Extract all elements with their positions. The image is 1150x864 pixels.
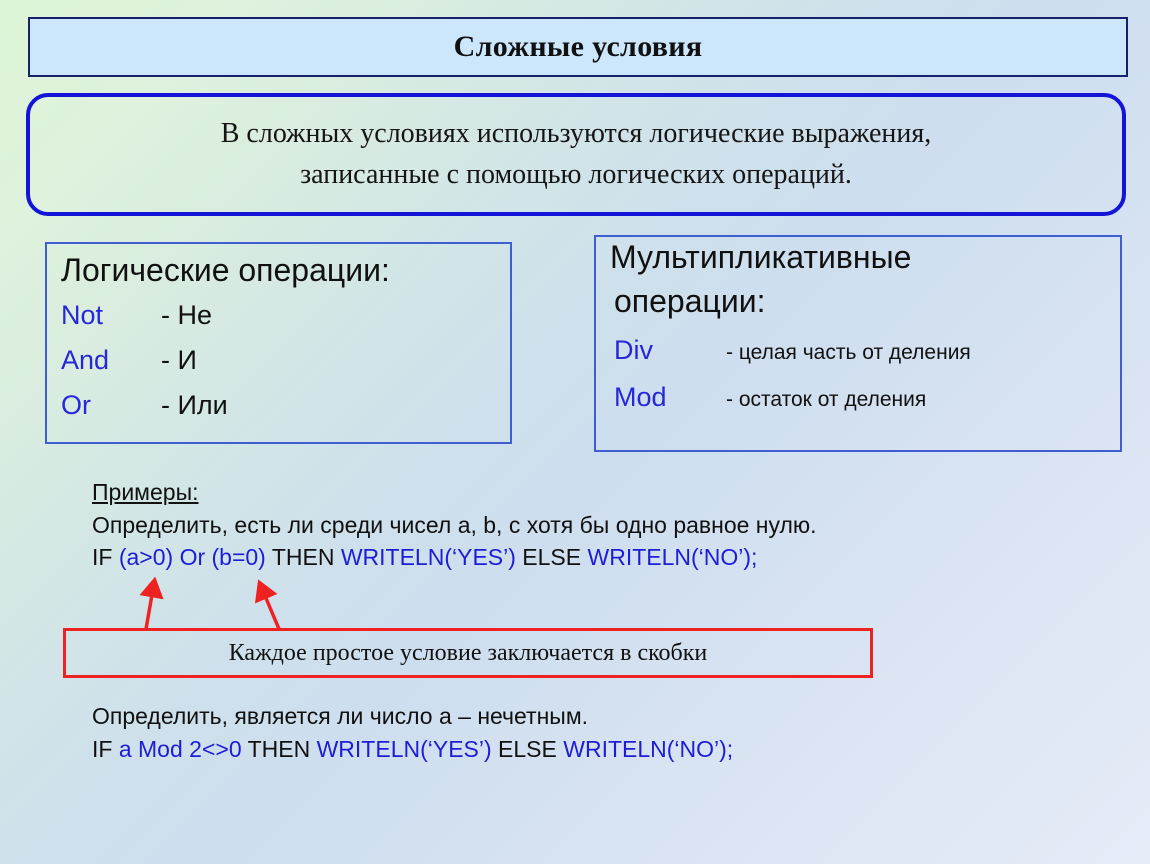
logical-operations-box: Логические операции: Not - Не And - И Or… xyxy=(45,242,512,444)
logical-operation-row: And - И xyxy=(61,345,197,376)
example-1-code: IF (a>0) Or (b=0) THEN WRITELN(‘YES’) EL… xyxy=(92,541,1092,574)
logical-operations-heading: Логические операции: xyxy=(61,252,390,288)
logical-operation-key: Or xyxy=(61,390,91,420)
logical-operation-row: Not - Не xyxy=(61,300,212,331)
code-else-keyword: ELSE xyxy=(491,735,564,762)
arrow-to-first-condition-icon xyxy=(139,576,164,630)
code-else-keyword: ELSE xyxy=(515,544,588,571)
multiplicative-operation-row: Div - целая часть от деления xyxy=(614,335,971,366)
code-then-call: WRITELN(‘YES’) xyxy=(316,735,492,762)
intro-line-2: записанные с помощью логических операций… xyxy=(300,158,852,190)
example-2-section: Определить, является ли число a – нечетн… xyxy=(92,700,1092,765)
logical-operation-row: Or - Или xyxy=(61,390,228,421)
code-then-keyword: THEN xyxy=(265,544,341,571)
example-2-task: Определить, является ли число a – нечетн… xyxy=(92,703,589,729)
page-title: Сложные условия xyxy=(453,30,703,63)
multiplicative-operations-heading-line-1: Мультипликативные xyxy=(610,239,912,275)
multiplicative-operation-key: Div xyxy=(614,335,653,365)
multiplicative-operation-key: Mod xyxy=(614,382,667,412)
code-else-call: WRITELN(‘NO’); xyxy=(587,544,758,571)
parentheses-callout-text: Каждое простое условие заключается в ско… xyxy=(228,639,708,666)
logical-operation-key: Not xyxy=(61,300,104,330)
code-condition: a Mod 2<>0 xyxy=(118,735,242,762)
code-then-call: WRITELN(‘YES’) xyxy=(340,544,516,571)
slide-title-box: Сложные условия xyxy=(28,17,1128,77)
multiplicative-operations-heading-line-2: операции: xyxy=(614,283,766,319)
code-if-keyword: IF xyxy=(92,544,119,571)
logical-operation-value: - Не xyxy=(161,300,213,330)
logical-operation-key: And xyxy=(61,345,110,375)
slide-canvas: Сложные условия В сложных условиях испол… xyxy=(0,0,1150,864)
examples-label: Примеры: xyxy=(92,479,199,505)
code-condition: (a>0) Or (b=0) xyxy=(118,544,266,571)
intro-callout-box: В сложных условиях используются логическ… xyxy=(26,93,1126,216)
multiplicative-operation-value: - целая часть от деления xyxy=(726,341,971,364)
example-2-code: IF a Mod 2<>0 THEN WRITELN(‘YES’) ELSE W… xyxy=(92,733,1092,766)
multiplicative-operations-box: Мультипликативные операции: Div - целая … xyxy=(594,235,1122,452)
code-else-call: WRITELN(‘NO’); xyxy=(563,735,734,762)
examples-section: Примеры: Определить, есть ли среди чисел… xyxy=(92,476,1092,574)
intro-line-1: В сложных условиях используются логическ… xyxy=(220,117,932,149)
code-if-keyword: IF xyxy=(92,735,119,762)
arrow-to-second-condition-icon xyxy=(254,579,281,630)
example-1-task: Определить, есть ли среди чисел a, b, c … xyxy=(92,511,817,538)
multiplicative-operation-value: - остаток от деления xyxy=(726,388,927,411)
logical-operation-value: - И xyxy=(161,345,197,375)
multiplicative-operation-row: Mod - остаток от деления xyxy=(614,382,926,413)
code-then-keyword: THEN xyxy=(241,735,317,762)
logical-operation-value: - Или xyxy=(161,390,228,420)
parentheses-callout-box: Каждое простое условие заключается в ско… xyxy=(63,628,873,678)
